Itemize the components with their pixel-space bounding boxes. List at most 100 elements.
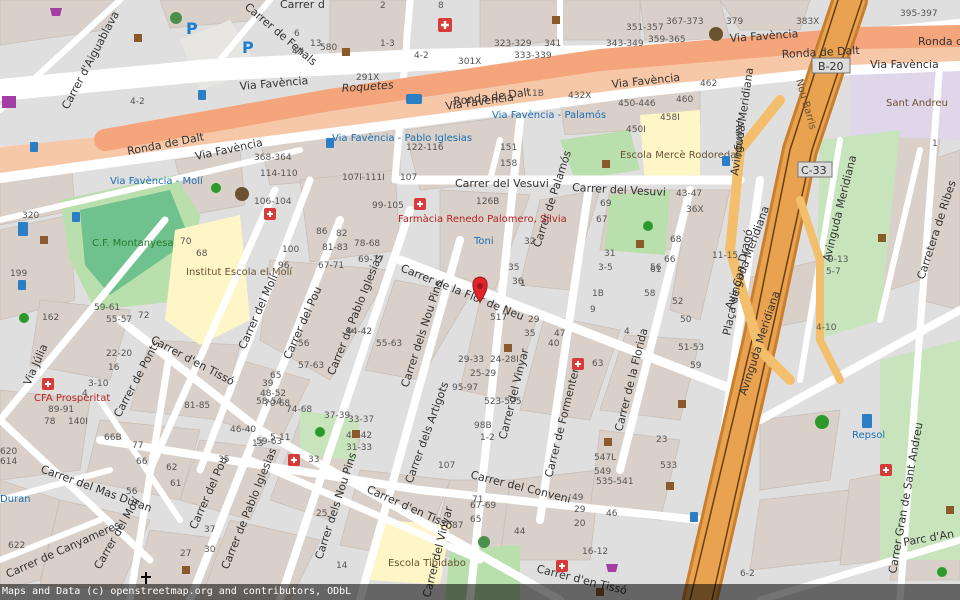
house-number: 6-2 — [740, 569, 755, 579]
house-number: 55-57 — [106, 315, 132, 325]
house-number: 63 — [592, 359, 603, 369]
shop-icon — [50, 8, 62, 16]
house-number: 29 — [574, 505, 586, 515]
house-number: 25-29 — [470, 369, 496, 379]
car-rental-icon — [406, 94, 422, 104]
house-number: 81-85 — [184, 401, 210, 411]
house-number: 44 — [514, 527, 526, 537]
c33-label: C-33 — [801, 164, 827, 177]
house-number: 1-3 — [380, 39, 395, 49]
house-number: 29-33 — [458, 355, 484, 365]
tree-icon — [211, 183, 221, 193]
house-number: 395-397 — [900, 9, 938, 19]
house-number: 56 — [126, 487, 138, 497]
house-number: 301X — [458, 57, 481, 67]
svg-text:P: P — [242, 38, 254, 57]
house-number: 35 — [524, 329, 535, 339]
house-number: 77 — [132, 441, 143, 451]
house-number: 70 — [180, 237, 192, 247]
house-number: 158 — [500, 159, 517, 169]
tree-icon — [19, 313, 29, 323]
pharmacy-icon — [414, 198, 426, 210]
house-number: 620 — [0, 447, 17, 457]
house-number: 59 — [690, 361, 702, 371]
house-number: 614 — [0, 457, 17, 467]
bus-stop-icon — [326, 138, 334, 148]
house-number: 99-105 — [372, 201, 404, 211]
house-number: 46-40 — [230, 425, 256, 435]
house-number: 16 — [108, 363, 120, 373]
house-number: 33 — [308, 455, 319, 465]
map-view[interactable]: Ronda de Dalt Ronda de Dalt Ronda de Dal… — [0, 0, 960, 600]
house-number: 95-97 — [452, 383, 478, 393]
house-number: 5-7 — [826, 267, 841, 277]
house-number: 549 — [594, 467, 611, 477]
house-number: 4-2 — [414, 51, 429, 61]
house-number: 359-365 — [648, 35, 686, 45]
house-number: 1 — [932, 139, 938, 149]
house-number: 432X — [568, 91, 591, 101]
cafe-icon — [678, 400, 686, 408]
house-number: 450I — [626, 125, 646, 135]
bus-stop-icon — [30, 142, 38, 152]
house-number: 9 — [590, 305, 596, 315]
b20-label: B-20 — [818, 60, 844, 73]
house-number: 107 — [400, 173, 417, 183]
house-number: 9-13 — [828, 255, 848, 265]
parking-icon: P — [186, 19, 198, 38]
house-number: 69-77 — [358, 255, 384, 265]
fuel-station-icon — [18, 222, 28, 236]
house-number: 24-28I — [490, 355, 519, 365]
house-number: 96 — [278, 261, 290, 271]
svg-text:P: P — [186, 19, 198, 38]
poi-metro-palamos: Via Favència - Palamós — [492, 109, 606, 121]
house-number: 14 — [336, 561, 348, 571]
house-number: 47 — [554, 329, 565, 339]
house-number: 72 — [138, 311, 149, 321]
house-number: 23 — [656, 435, 667, 445]
house-number: 57-63 — [298, 361, 324, 371]
house-number: 114-110 — [260, 169, 298, 179]
pharmacy-icon — [288, 454, 300, 466]
house-number: 126B — [476, 197, 499, 207]
house-number: 107 — [438, 461, 455, 471]
house-number: 48-52 — [260, 389, 286, 399]
label-via-favencia-6: Via Favència — [870, 58, 939, 71]
house-number: 55-63 — [376, 339, 402, 349]
house-number: 13 — [252, 439, 263, 449]
map-canvas[interactable]: Ronda de Dalt Ronda de Dalt Ronda de Dal… — [0, 0, 960, 600]
house-number: 151 — [500, 143, 517, 153]
house-number: 341 — [544, 39, 561, 49]
house-number: 2 — [380, 1, 386, 11]
recycling-icon — [170, 12, 182, 24]
house-number: 122-116 — [406, 143, 444, 153]
house-number: 61 — [170, 479, 181, 489]
house-number: 535-541 — [596, 477, 634, 487]
house-number: 25 — [316, 509, 327, 519]
house-number: 59-61 — [94, 303, 120, 313]
house-number: 29 — [528, 315, 540, 325]
bus-stop-icon — [72, 212, 80, 222]
house-number: 33-37 — [348, 415, 374, 425]
house-number: 44-42 — [346, 327, 372, 337]
label-ronda-dalt-4: Ronda d — [918, 35, 960, 48]
cafe-icon — [504, 344, 512, 352]
house-number: 65 — [470, 515, 481, 525]
house-number: 67 — [596, 215, 607, 225]
house-number: 43-47 — [676, 189, 702, 199]
tree-icon — [315, 427, 325, 437]
house-number: 343-349 — [606, 39, 644, 49]
house-number: 4-2 — [130, 97, 145, 107]
house-number: 36 — [512, 277, 524, 287]
house-number: 4 — [624, 327, 630, 337]
house-number: 52 — [672, 297, 683, 307]
house-number: 16-12 — [582, 547, 608, 557]
house-number: 49 — [572, 493, 584, 503]
house-number: 333-339 — [514, 51, 552, 61]
poi-escola-merce: Escola Mercè Rodoreda — [620, 149, 736, 161]
house-number: 27 — [180, 549, 191, 559]
house-number: 56 — [650, 263, 662, 273]
house-number: 1-2 — [480, 433, 495, 443]
house-number: 4 — [82, 389, 88, 399]
house-number: 351-357 — [626, 23, 664, 33]
